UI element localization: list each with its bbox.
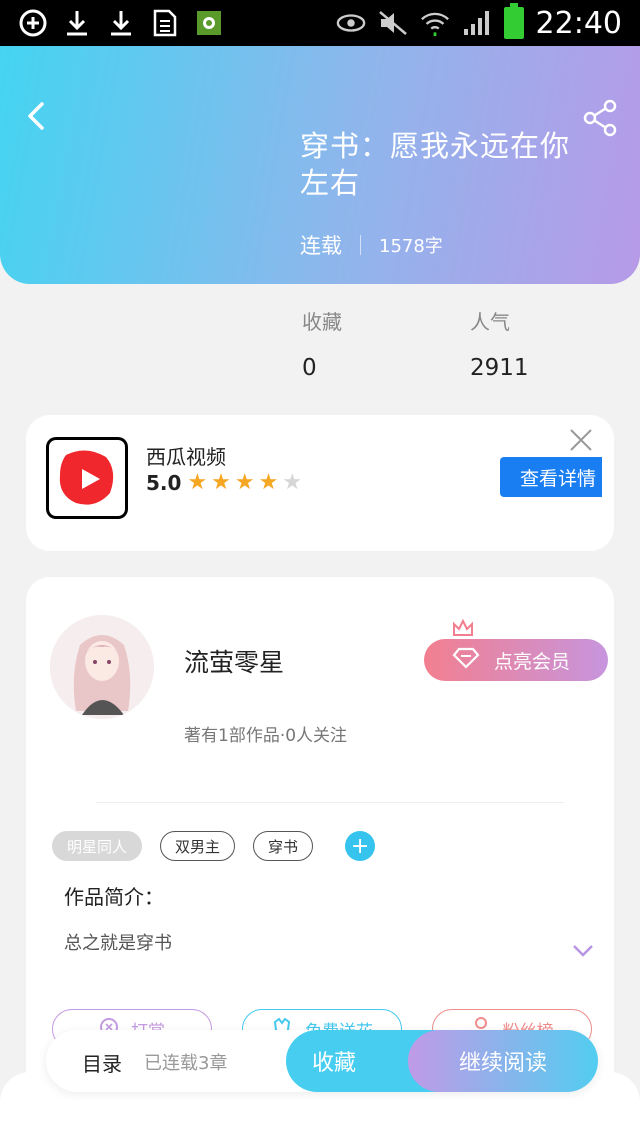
stat-label: 收藏 xyxy=(302,310,342,334)
star-icon: ★ xyxy=(258,470,279,495)
continue-reading-button[interactable]: 继续阅读 xyxy=(408,1030,598,1092)
ad-details-button[interactable]: 查看详情 xyxy=(500,457,602,497)
stat-value: 2911 xyxy=(470,355,529,381)
tag[interactable]: 双男主 xyxy=(160,831,236,861)
status-bar: 22:40 xyxy=(0,0,640,46)
bottom-bar: 目录 已连载3章 收藏 继续阅读 xyxy=(46,1030,598,1092)
book-meta: 连载 1578字 xyxy=(300,230,443,260)
stat-label: 人气 xyxy=(470,310,510,334)
add-tag-icon[interactable]: + xyxy=(345,831,376,861)
serial-status: 连载 xyxy=(300,234,342,258)
app-icon xyxy=(194,8,224,38)
book-title: 穿书：愿我永远在你左右 xyxy=(300,129,571,200)
stat-value: 0 xyxy=(302,355,317,381)
ad-rating: 5.0 ★ ★ ★ ★ ★ xyxy=(146,471,302,495)
mute-icon xyxy=(378,8,408,38)
share-icon[interactable] xyxy=(580,98,620,138)
book-header: 穿书：愿我永远在你左右 连载 1578字 xyxy=(0,46,640,284)
signal-icon xyxy=(462,8,492,38)
diamond-icon xyxy=(452,647,480,674)
rating-stars: ★ ★ ★ ★ ★ xyxy=(187,472,302,494)
stat-popularity: 人气 2911 xyxy=(470,306,529,381)
eye-icon xyxy=(336,8,366,38)
divider xyxy=(96,802,564,803)
tag[interactable]: 穿书 xyxy=(253,831,314,861)
star-icon: ★ xyxy=(187,470,208,495)
author-name[interactable]: 流萤零星 xyxy=(184,643,284,679)
xigua-video-logo-icon xyxy=(46,437,128,519)
download-icon xyxy=(62,8,92,38)
crown-icon xyxy=(452,618,474,637)
intro-text: 总之就是穿书 xyxy=(64,933,172,954)
tag[interactable]: 明星同人 xyxy=(52,831,143,861)
close-icon[interactable] xyxy=(568,427,594,453)
wifi-icon xyxy=(420,8,450,38)
star-icon: ★ xyxy=(234,470,255,495)
status-time: 22:40 xyxy=(535,5,622,41)
ad-app-name: 西瓜视频 xyxy=(146,445,226,469)
tag-list: 明星同人 双男主 穿书 + xyxy=(52,831,376,861)
add-circle-icon xyxy=(18,8,48,38)
back-icon[interactable] xyxy=(18,96,58,136)
stat-favorites: 收藏 0 xyxy=(302,306,342,381)
vip-label: 点亮会员 xyxy=(494,650,571,673)
intro-label: 作品简介： xyxy=(64,885,164,909)
toc-button[interactable]: 目录 xyxy=(82,1048,122,1077)
author-meta: 著有1部作品·0人关注 xyxy=(184,726,348,746)
star-icon: ★ xyxy=(282,470,303,495)
battery-icon xyxy=(503,3,524,39)
sim-card-icon xyxy=(150,8,180,38)
author-avatar[interactable] xyxy=(50,615,154,719)
word-count: 1578字 xyxy=(379,236,443,257)
chapter-count: 已连载3章 xyxy=(144,1053,228,1074)
chevron-down-icon[interactable] xyxy=(572,943,594,957)
ad-score: 5.0 xyxy=(146,471,182,495)
star-icon: ★ xyxy=(211,470,231,495)
ad-card[interactable]: 西瓜视频 5.0 ★ ★ ★ ★ ★ 查看详情 xyxy=(26,415,614,551)
download-icon xyxy=(106,8,136,38)
meta-divider xyxy=(360,235,361,255)
vip-button[interactable]: 点亮会员 xyxy=(424,639,608,681)
